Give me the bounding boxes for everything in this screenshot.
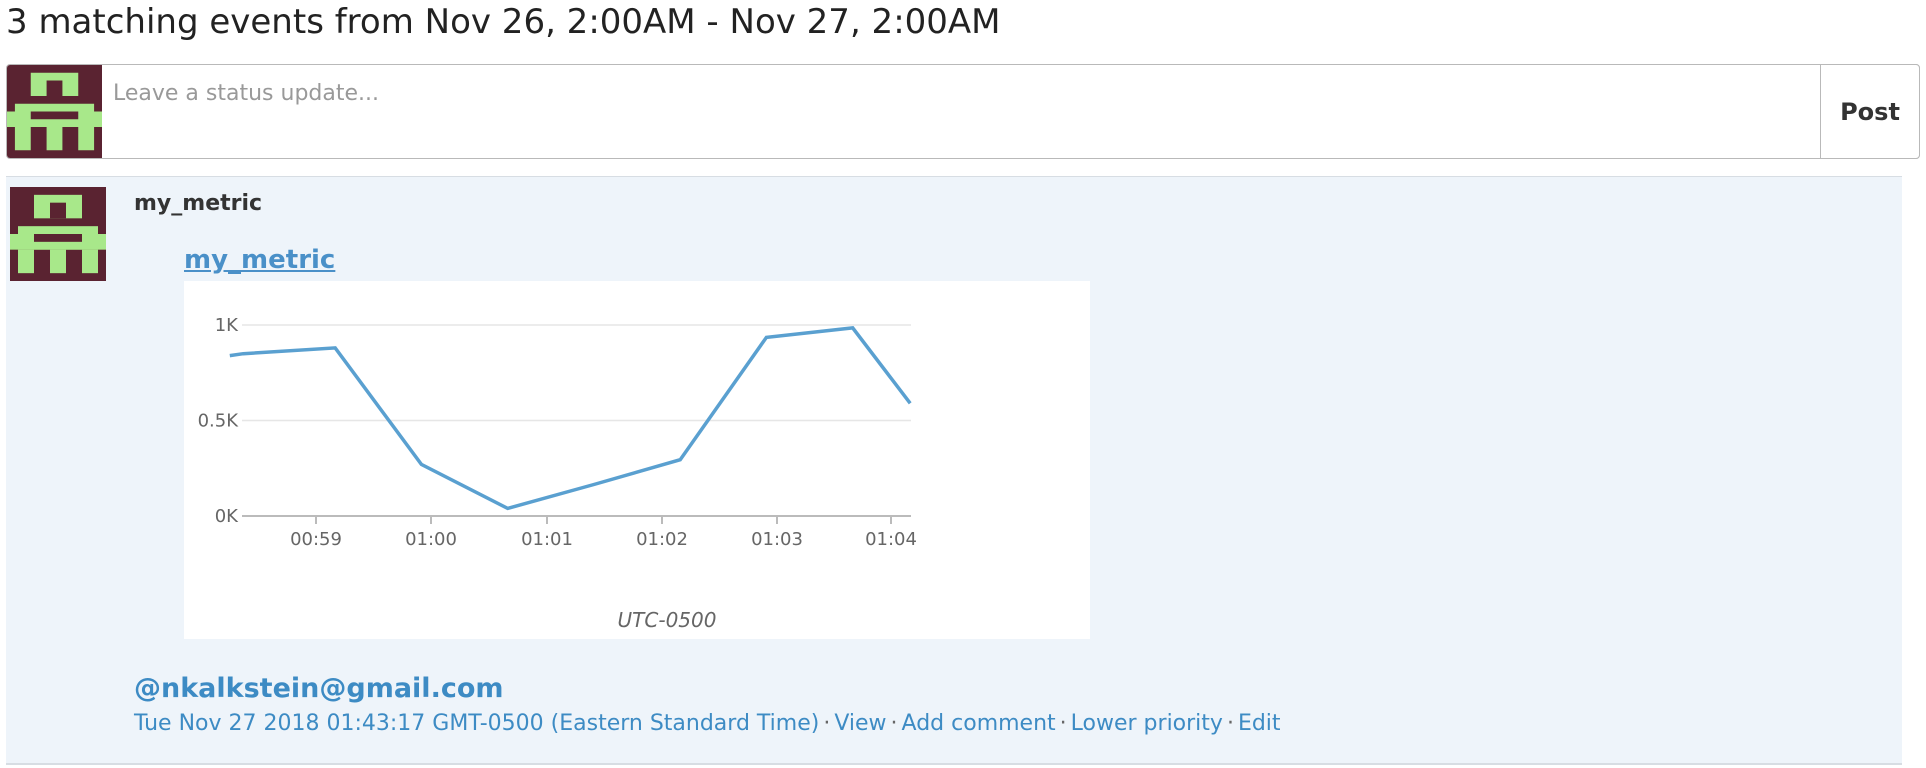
event-mention[interactable]: @nkalkstein@gmail.com bbox=[134, 673, 504, 704]
x-tick-label: 01:00 bbox=[405, 529, 457, 550]
edit-link[interactable]: Edit bbox=[1238, 711, 1281, 736]
post-button[interactable]: Post bbox=[1820, 64, 1920, 159]
metric-chart: 1K 0.5K 0K 00:59 01:00 01:01 01:02 01:03 01:04 … bbox=[184, 281, 1090, 639]
avatar-icon bbox=[7, 72, 102, 151]
event-timestamp[interactable]: Tue Nov 27 2018 01:43:17 GMT-0500 (Easte… bbox=[134, 711, 819, 736]
metric-link[interactable]: my_metric bbox=[184, 245, 335, 275]
separator: · bbox=[1226, 711, 1234, 736]
page-title: 3 matching events from Nov 26, 2:00AM - … bbox=[6, 2, 1001, 42]
view-link[interactable]: View bbox=[834, 711, 886, 736]
separator: · bbox=[890, 711, 898, 736]
event-item: my_metric my_metric 1K 0.5K 0K 00:59 01:00 0… bbox=[6, 176, 1902, 765]
add-comment-link[interactable]: Add comment bbox=[902, 711, 1056, 736]
y-tick-label: 0.5K bbox=[198, 411, 240, 432]
status-input[interactable] bbox=[109, 73, 1809, 113]
x-tick-label: 00:59 bbox=[290, 529, 342, 550]
series-line bbox=[229, 326, 912, 511]
separator: · bbox=[823, 711, 831, 736]
metric-chart-svg: 1K0.5K0K 00:59 01:00 01:01 01:02 01:03 01:04 … bbox=[198, 315, 917, 632]
y-tick-label: 0K bbox=[215, 506, 239, 527]
event-author: my_metric bbox=[134, 191, 263, 216]
avatar bbox=[7, 65, 102, 158]
event-meta: Tue Nov 27 2018 01:43:17 GMT-0500 (Easte… bbox=[134, 711, 1281, 736]
x-tick-label: 01:03 bbox=[751, 529, 803, 550]
avatar bbox=[10, 187, 106, 281]
avatar-icon bbox=[10, 194, 106, 274]
separator: · bbox=[1059, 711, 1067, 736]
x-tick-label: 01:01 bbox=[521, 529, 573, 550]
y-tick-label: 1K bbox=[215, 315, 239, 336]
x-tick-label: 01:04 bbox=[865, 529, 917, 550]
lower-priority-link[interactable]: Lower priority bbox=[1071, 711, 1223, 736]
x-axis-label: UTC-0500 bbox=[618, 608, 717, 632]
status-update-box: Post bbox=[6, 64, 1920, 159]
x-tick-label: 01:02 bbox=[636, 529, 688, 550]
